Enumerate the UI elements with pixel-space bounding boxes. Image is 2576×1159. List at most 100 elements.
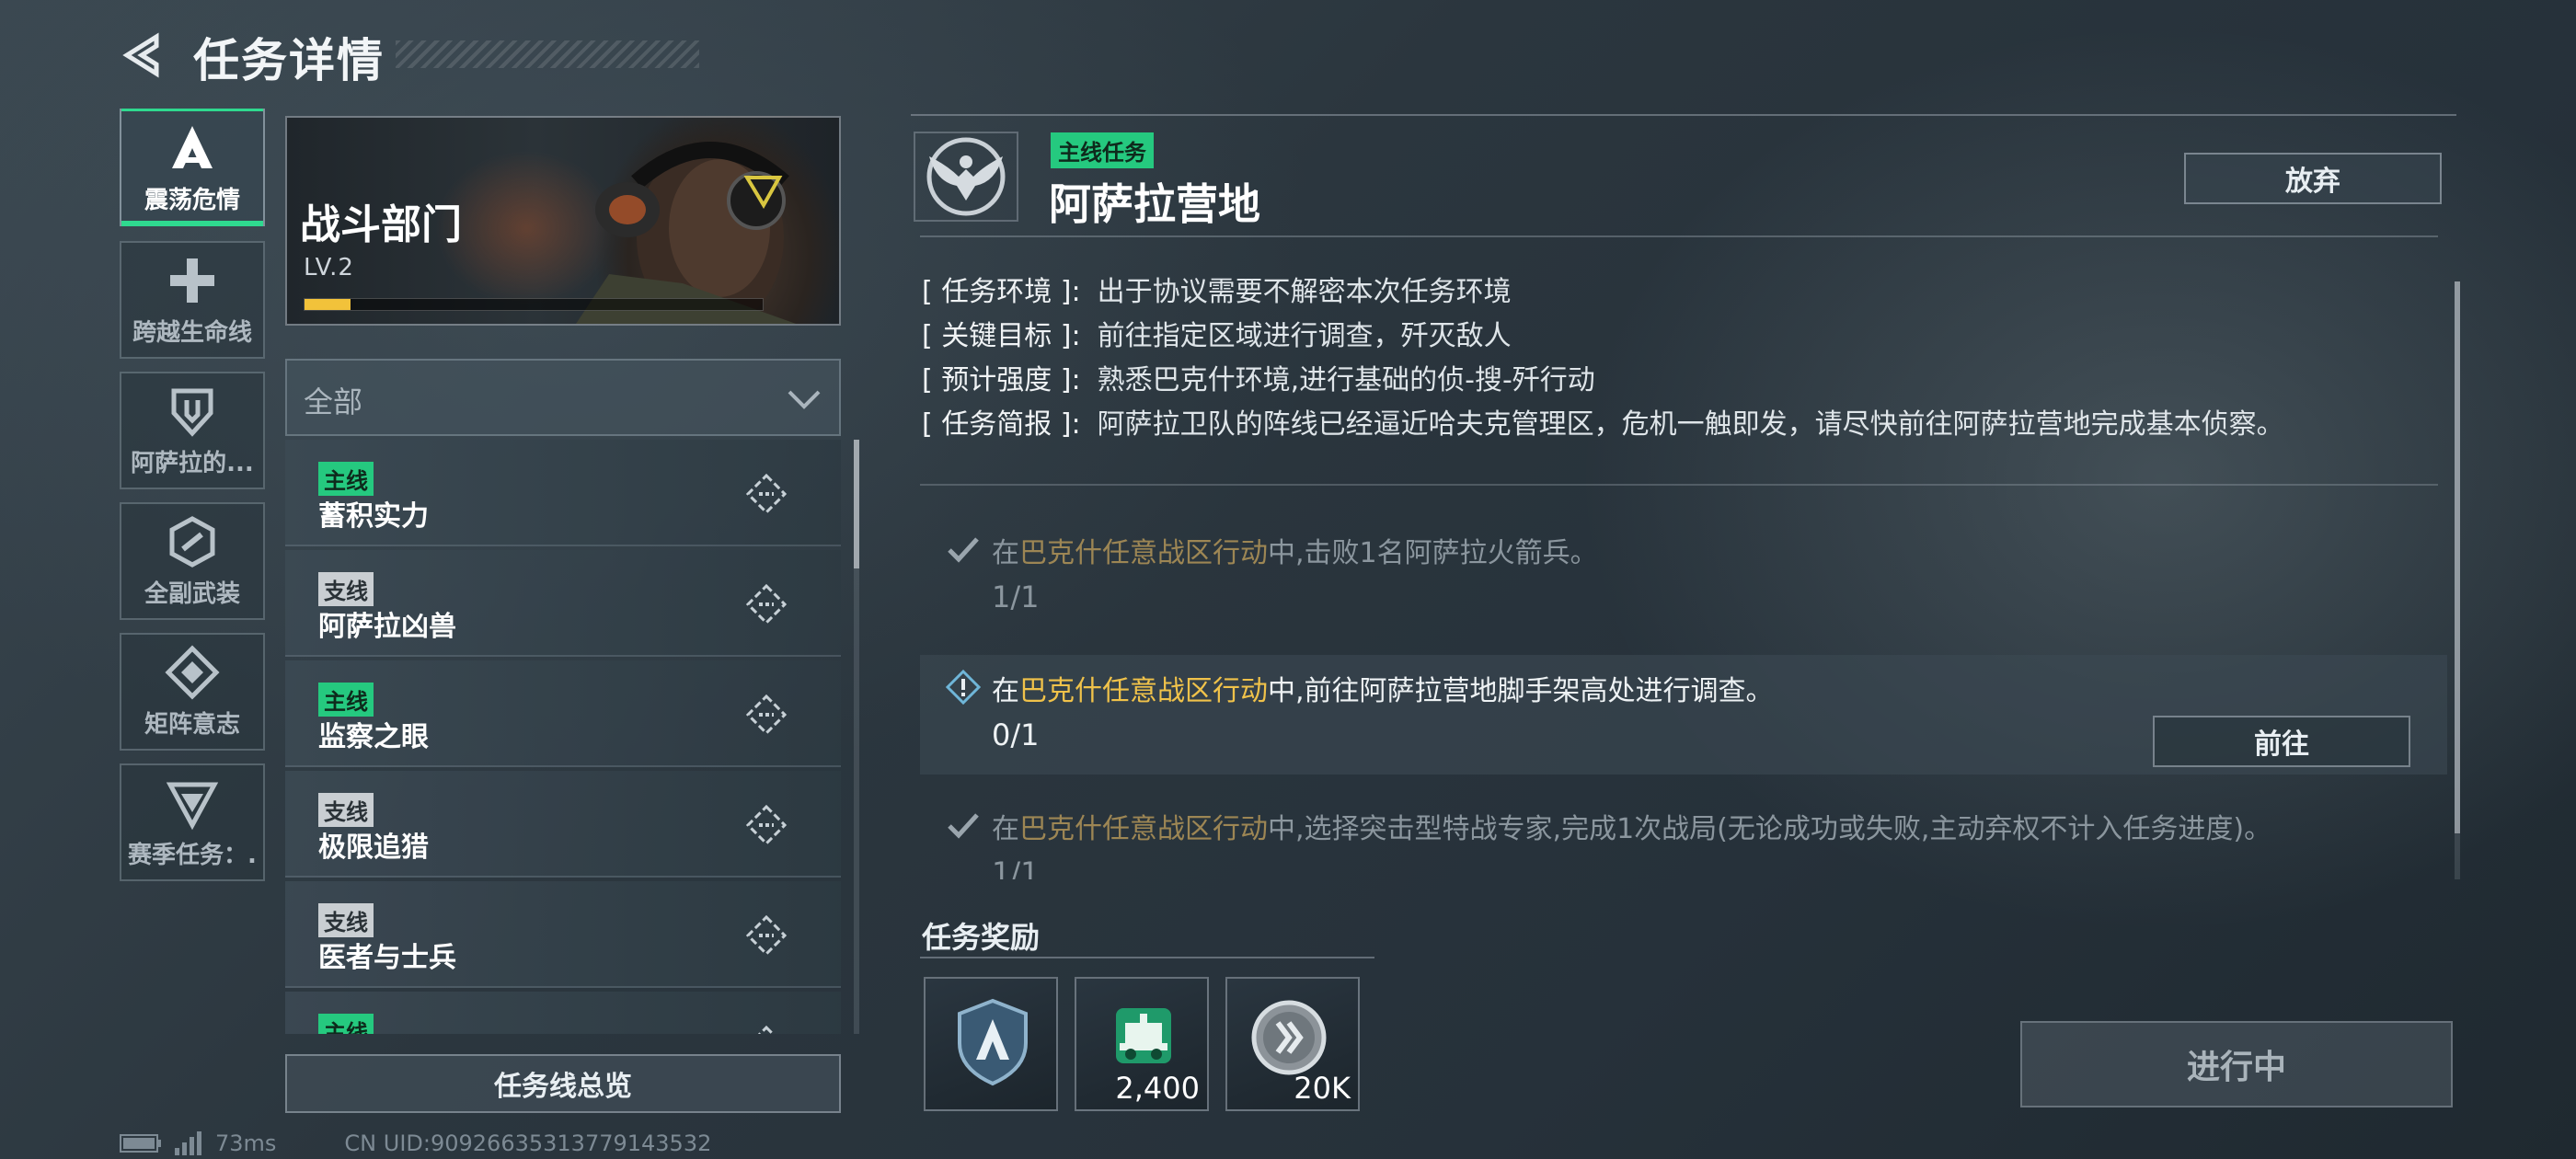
rail-item-label: 赛季任务：. — [128, 841, 257, 869]
quest-name: 极限追猎 — [318, 832, 429, 864]
eagle-emblem-icon — [914, 132, 1018, 222]
objectives-list[interactable]: 在巴克什任意战区行动中,击败1名阿萨拉火箭兵。 1/1 在巴克什任意战区行动中,… — [920, 517, 2447, 879]
quest-tag: 支线 — [318, 793, 374, 827]
reward-item-badge[interactable] — [924, 977, 1058, 1111]
quest-name: 医者与士兵 — [318, 942, 456, 974]
objective-item: 在巴克什任意战区行动中,选择突击型特战专家,完成1次战局(无论成功或失败,主动弃… — [920, 793, 2447, 879]
quest-tag: 主线 — [318, 1014, 374, 1034]
objective-progress: 1/1 — [992, 855, 1040, 879]
detail-top-divider — [911, 114, 2456, 116]
reward-count: 20K — [1294, 1071, 1351, 1106]
alert-diamond-icon — [946, 670, 981, 705]
quest-tag: 支线 — [318, 572, 374, 606]
objectives-scrollbar[interactable] — [2455, 281, 2460, 879]
quest-list-item[interactable]: 主线 监察之眼 — [285, 660, 841, 767]
shield-emblem-icon — [171, 388, 213, 437]
filter-selected-value: 全部 — [304, 384, 363, 419]
briefing-divider — [920, 484, 2438, 486]
track-diamond-icon[interactable] — [745, 694, 788, 736]
objective-zone-highlight: 巴克什任意战区行动 — [1019, 813, 1268, 845]
rail-item-label: 阿萨拉的... — [131, 449, 254, 477]
reward-item-vehicle[interactable]: 2,400 — [1075, 977, 1209, 1111]
quest-tag: 主线 — [318, 683, 374, 717]
scrollbar-thumb[interactable] — [2455, 281, 2460, 833]
briefing-text: 阿萨拉卫队的阵线已经逼近哈夫克管理区，危机一触即发，请尽快前往阿萨拉营地完成基本… — [1097, 408, 2284, 441]
track-diamond-icon[interactable] — [745, 804, 788, 846]
in-progress-status-button: 进行中 — [2020, 1021, 2453, 1107]
track-diamond-icon[interactable] — [745, 473, 788, 515]
quest-name: 阿萨拉凶兽 — [318, 611, 456, 643]
rail-item-label: 震荡危情 — [144, 186, 240, 214]
rewards-title: 任务奖励 — [922, 920, 1041, 955]
hex-link-icon — [169, 515, 215, 568]
quest-tag: 主线 — [318, 462, 374, 496]
rail-item-quanfu[interactable]: 全副武装 — [120, 502, 265, 620]
department-progress-bar — [304, 298, 764, 311]
questline-overview-button[interactable]: 任务线总览 — [285, 1054, 841, 1113]
objective-progress: 0/1 — [992, 717, 1040, 752]
department-name: 战斗部门 — [300, 201, 462, 248]
department-banner[interactable]: 战斗部门 LV.2 — [285, 116, 841, 326]
objective-zone-highlight: 巴克什任意战区行动 — [1019, 537, 1268, 569]
rail-item-saiji[interactable]: 赛季任务：. — [120, 763, 265, 881]
diamond-matrix-icon — [165, 644, 220, 700]
quest-list-item[interactable]: 支线 阿萨拉凶兽 — [285, 550, 841, 657]
scrollbar-thumb[interactable] — [854, 440, 859, 568]
objective-progress: 1/1 — [992, 580, 1040, 614]
title-decoration — [396, 40, 699, 68]
track-diamond-icon[interactable] — [745, 1025, 788, 1034]
department-level: LV.2 — [304, 254, 354, 281]
check-icon — [948, 813, 979, 839]
uid-text: CN UID:9092663531377914353​2 — [344, 1130, 712, 1156]
latency-text: 73ms — [215, 1130, 277, 1156]
quest-list[interactable]: 主线 蓄积实力 支线 阿萨拉凶兽 主线 监察之眼 支线 极限追猎 支线 医者与士兵 主线 — [285, 440, 841, 1034]
signal-icon — [175, 1131, 201, 1155]
battery-icon — [120, 1134, 161, 1153]
chevron-down-icon — [788, 390, 821, 409]
objective-text: 在巴克什任意战区行动中,击败1名阿萨拉火箭兵。 — [992, 537, 1598, 569]
track-diamond-icon[interactable] — [745, 914, 788, 957]
rail-item-asala[interactable]: 阿萨拉的... — [120, 372, 265, 489]
back-arrow-icon[interactable] — [120, 31, 167, 79]
reward-count: 2,400 — [1115, 1071, 1200, 1106]
badge-shield-icon — [958, 998, 1028, 1086]
rail-item-label: 跨越生命线 — [132, 318, 252, 347]
briefing-label: [ 任务环境 ]: — [922, 276, 1081, 308]
briefing-text: 前往指定区域进行调查，歼灭敌人 — [1097, 320, 1512, 352]
rewards-divider — [920, 957, 1374, 958]
objective-text: 在巴克什任意战区行动中,选择突击型特战专家,完成1次战局(无论成功或失败,主动弃… — [992, 813, 2272, 845]
quest-list-item[interactable]: 支线 医者与士兵 — [285, 881, 841, 988]
briefing-row: [ 关键目标 ]: 前往指定区域进行调查，歼灭敌人 — [922, 315, 2431, 359]
quest-type-badge: 主线任务 — [1051, 132, 1154, 168]
soldier-portrait-image — [576, 142, 797, 324]
quest-filter-dropdown[interactable]: 全部 — [285, 359, 841, 436]
rail-item-zhendang[interactable]: 震荡危情 — [120, 109, 265, 226]
abandon-button[interactable]: 放弃 — [2184, 153, 2442, 204]
briefing-text: 熟悉巴克什环境,进行基础的侦-搜-歼行动 — [1097, 364, 1595, 396]
header: 任务详情 — [120, 18, 699, 92]
objective-item: 在巴克什任意战区行动中,击败1名阿萨拉火箭兵。 1/1 — [920, 517, 2447, 637]
briefing-label: [ 关键目标 ]: — [922, 320, 1081, 352]
quest-list-item[interactable]: 支线 极限追猎 — [285, 771, 841, 878]
track-diamond-icon[interactable] — [745, 583, 788, 625]
quest-title: 阿萨拉营地 — [1049, 179, 1260, 229]
rail-item-label: 矩阵意志 — [144, 710, 240, 739]
rail-item-kuayue[interactable]: 跨越生命线 — [120, 241, 265, 359]
reward-item-coin[interactable]: 20K — [1225, 977, 1360, 1111]
briefing-label: [ 预计强度 ]: — [922, 364, 1081, 396]
objective-zone-highlight: 巴克什任意战区行动 — [1019, 675, 1268, 707]
department-progress-fill — [305, 299, 351, 310]
briefing-text: 出于协议需要不解密本次任务环境 — [1097, 276, 1512, 308]
briefing-label: [ 任务简报 ]: — [922, 408, 1081, 441]
go-button[interactable]: 前往 — [2153, 716, 2410, 767]
briefing-row: [ 预计强度 ]: 熟悉巴克什环境,进行基础的侦-搜-歼行动 — [922, 359, 2431, 403]
title-divider — [920, 235, 2438, 237]
cross-icon — [170, 258, 214, 303]
check-icon — [948, 537, 979, 563]
rail-item-juzhen[interactable]: 矩阵意志 — [120, 633, 265, 751]
quest-list-item[interactable]: 主线 — [285, 992, 841, 1034]
page-title: 任务详情 — [193, 34, 385, 87]
briefing-row: [ 任务环境 ]: 出于协议需要不解密本次任务环境 — [922, 270, 2431, 315]
quest-list-scrollbar[interactable] — [854, 440, 859, 1034]
quest-list-item[interactable]: 主线 蓄积实力 — [285, 440, 841, 546]
